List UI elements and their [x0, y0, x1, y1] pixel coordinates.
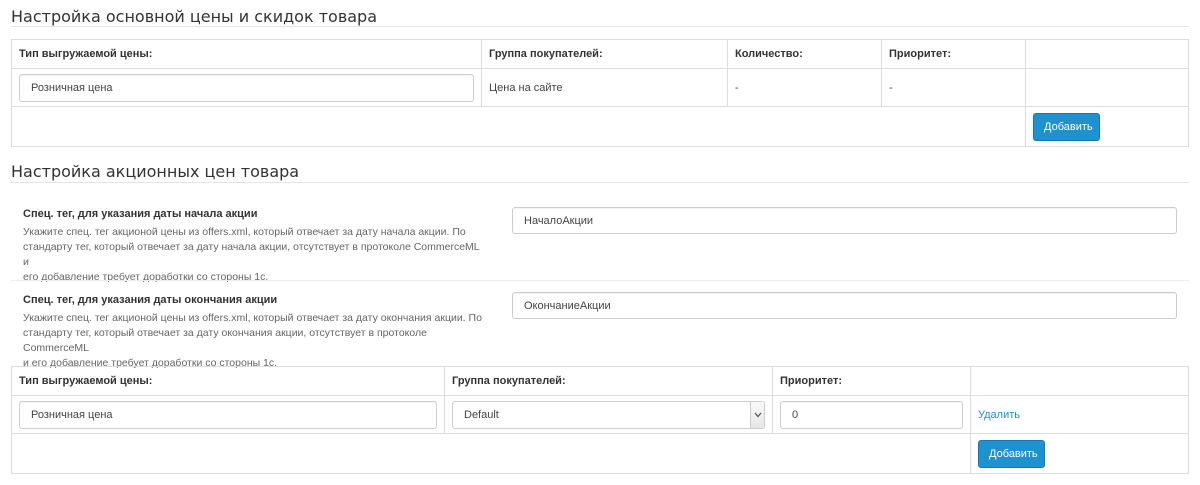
start-tag-setting: Спец. тег, для указания даты начала акци…	[23, 208, 488, 285]
start-tag-help: Укажите спец. тег акционой цены из offer…	[23, 225, 488, 285]
promo-header-priority: Приоритет:	[772, 366, 971, 396]
promo-header-price-type: Тип выгружаемой цены:	[11, 366, 445, 396]
customer-group-select[interactable]: Default	[452, 400, 765, 429]
start-tag-help-line: Укажите спец. тег акционой цены из offer…	[23, 226, 466, 238]
promo-footer-spacer	[11, 433, 971, 474]
end-tag-help-line: стандарту тег, который отвечает за дату …	[23, 327, 427, 354]
end-tag-label: Спец. тег, для указания даты окончания а…	[23, 294, 278, 306]
quantity-cell: -	[727, 68, 882, 107]
header-price-type: Тип выгружаемой цены:	[11, 39, 482, 69]
start-tag-help-line: стандарту тег, который отвечает за дату …	[23, 241, 480, 268]
chevron-down-icon	[754, 412, 762, 417]
priority-cell: -	[881, 68, 1026, 107]
header-quantity: Количество:	[727, 39, 882, 69]
customer-group-selected: Default	[464, 408, 499, 421]
promo-price-type-input[interactable]: Розничная цена	[19, 400, 437, 429]
promo-header-actions	[970, 366, 1189, 396]
header-actions	[1025, 39, 1189, 69]
delete-link[interactable]: Удалить	[978, 409, 1020, 421]
start-tag-label: Спец. тег, для указания даты начала акци…	[23, 208, 258, 220]
start-tag-help-line: его добавление требует доработки со стор…	[23, 271, 269, 283]
add-promo-price-button[interactable]: Добавить	[978, 439, 1045, 468]
customer-group-cell: Цена на сайте	[481, 68, 728, 107]
price-type-input[interactable]: Розничная цена	[19, 73, 474, 102]
start-tag-input[interactable]: НачалоАкции	[512, 207, 1177, 234]
promo-prices-divider	[11, 182, 1189, 183]
header-priority: Приоритет:	[881, 39, 1026, 69]
base-prices-table: Тип выгружаемой цены: Группа покупателей…	[11, 39, 1189, 147]
add-base-price-button[interactable]: Добавить	[1033, 112, 1100, 141]
header-customer-group: Группа покупателей:	[481, 39, 728, 69]
end-tag-help: Укажите спец. тег акционой цены из offer…	[23, 311, 488, 371]
select-arrow	[750, 401, 764, 428]
base-prices-divider	[11, 26, 1189, 27]
actions-cell	[1025, 68, 1189, 107]
end-tag-setting: Спец. тег, для указания даты окончания а…	[23, 294, 488, 371]
footer-spacer	[11, 106, 1026, 147]
promo-prices-title: Настройка акционных цен товара	[11, 162, 300, 181]
end-tag-help-line: Укажите спец. тег акционой цены из offer…	[23, 312, 482, 324]
promo-priority-input[interactable]: 0	[780, 400, 963, 429]
settings-divider	[11, 280, 1189, 281]
promo-prices-table: Тип выгружаемой цены: Группа покупателей…	[11, 366, 1189, 474]
end-tag-input[interactable]: ОкончаниеАкции	[512, 292, 1177, 319]
base-prices-title: Настройка основной цены и скидок товара	[11, 7, 378, 26]
promo-header-customer-group: Группа покупателей:	[444, 366, 773, 396]
